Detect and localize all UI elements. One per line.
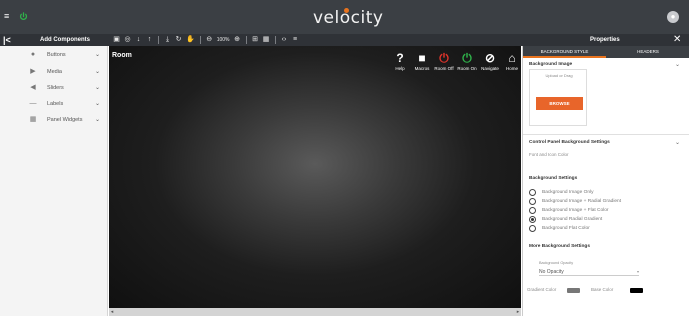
toolbar-divider: [245, 36, 247, 44]
editor-toolbar: ▣ ◎ ↓ ↑ ⤓ ↻ ✋ ⊖ 100% ⊕ ⊞ ▦ ‹› ≡: [111, 34, 301, 46]
button-icon: ●: [30, 51, 36, 58]
component-category-sliders[interactable]: ◀ Sliders ⌄: [0, 81, 108, 96]
radio-label: Background Flat Color: [542, 226, 590, 231]
component-category-label: Media: [47, 69, 62, 75]
top-bar: ≡ velocity ●: [0, 0, 689, 34]
download-icon[interactable]: ↓: [133, 34, 144, 46]
scroll-right-icon[interactable]: ▸: [515, 308, 521, 316]
room-title[interactable]: Room: [112, 52, 132, 59]
component-category-buttons[interactable]: ● Buttons ⌄: [0, 48, 108, 63]
room-on-icon: ⏻: [462, 51, 472, 65]
label-icon: —: [29, 100, 37, 107]
background-settings-title: Background Settings: [529, 176, 578, 181]
upload-icon[interactable]: ↑: [144, 34, 155, 46]
help-icon: ?: [396, 51, 404, 65]
tab-background-style[interactable]: BACKGROUND STYLE: [523, 46, 606, 58]
chevron-down-icon[interactable]: ⌄: [675, 139, 680, 146]
component-category-label: Buttons: [47, 52, 66, 58]
user-avatar[interactable]: ●: [667, 11, 679, 23]
radio-label: Background Image + Flat Color: [542, 208, 609, 213]
canvas-scrollbar[interactable]: ◂ ▸: [109, 308, 521, 316]
component-category-media[interactable]: ▶ Media ⌄: [0, 65, 108, 80]
upload-dropzone[interactable]: Upload or Drag BROWSE: [529, 69, 587, 126]
radio-background-image-only[interactable]: [529, 189, 536, 196]
radio-label: Background Image + Radial Gradient: [542, 199, 622, 204]
settings-icon[interactable]: ◎: [122, 34, 133, 46]
code-icon[interactable]: ‹›: [279, 34, 290, 46]
tab-headers[interactable]: HEADERS: [606, 46, 689, 58]
chevron-down-icon[interactable]: ⌄: [675, 61, 680, 68]
chevron-down-icon: ▾: [636, 269, 639, 274]
base-color-swatch[interactable]: [630, 288, 643, 293]
browse-button[interactable]: BROWSE: [536, 97, 583, 110]
menu-icon[interactable]: ≡: [4, 12, 13, 21]
component-category-label: Panel Widgets: [47, 117, 83, 123]
opacity-value: No Opacity: [539, 269, 564, 275]
media-icon: ▶: [30, 68, 36, 75]
align-icon[interactable]: ⊞: [250, 34, 261, 46]
zoom-level: 100%: [216, 37, 230, 43]
radio-label: Background Image Only: [542, 190, 594, 195]
component-category-labels[interactable]: — Labels ⌄: [0, 97, 108, 112]
chevron-down-icon: ⌄: [95, 69, 101, 75]
properties-tabs: BACKGROUND STYLE HEADERS: [523, 46, 689, 58]
home-icon: ⌂: [508, 51, 516, 65]
grid-icon[interactable]: ▦: [261, 34, 272, 46]
image-icon[interactable]: ▣: [111, 34, 122, 46]
power-status-icon[interactable]: [19, 12, 28, 21]
radio-background-image-flat-color[interactable]: [529, 207, 536, 214]
upload-label: Upload or Drag: [545, 73, 573, 78]
properties-panel: BACKGROUND STYLE HEADERS Background Imag…: [522, 46, 689, 316]
toolbar-divider: [199, 36, 201, 44]
import-icon[interactable]: ⤓: [162, 34, 173, 46]
chevron-down-icon: ⌄: [95, 101, 101, 107]
component-category-label: Sliders: [47, 85, 64, 91]
zoom-in-icon[interactable]: ⊕: [232, 34, 243, 46]
chevron-down-icon: ⌄: [95, 117, 101, 123]
add-components-panel: ● Buttons ⌄ ▶ Media ⌄ ◀ Sliders ⌄ — Labe…: [0, 46, 108, 316]
logo-accent-dot: [344, 8, 349, 13]
widgets-icon: ▦: [29, 116, 37, 123]
refresh-icon[interactable]: ↻: [173, 34, 184, 46]
toolbar-row: |< Add Components ▣ ◎ ↓ ↑ ⤓ ↻ ✋ ⊖ 100% ⊕…: [0, 34, 689, 46]
close-icon[interactable]: ✕: [673, 34, 681, 46]
base-color-label: Base Color: [591, 287, 614, 292]
macros-icon: ■: [418, 51, 426, 65]
scroll-left-icon[interactable]: ◂: [109, 308, 115, 316]
zoom-out-icon[interactable]: ⊖: [204, 34, 215, 46]
gradient-color-swatch[interactable]: [567, 288, 580, 293]
control-panel-settings-title: Control Panel Background Settings: [529, 140, 610, 145]
user-icon: ●: [670, 12, 676, 21]
component-category-label: Labels: [47, 101, 64, 107]
chevron-down-icon: ⌄: [95, 85, 101, 91]
chevron-down-icon: ⌄: [95, 52, 101, 58]
background-opacity-label: Background Opacity: [539, 261, 574, 265]
toolbar-divider: [274, 36, 276, 44]
collapse-panel-icon[interactable]: |<: [3, 35, 11, 45]
section-divider: [523, 134, 689, 135]
slider-icon: ◀: [30, 84, 36, 91]
hand-icon[interactable]: ✋: [184, 34, 197, 46]
gradient-color-label: Gradient Color: [527, 287, 557, 292]
component-category-panel-widgets[interactable]: ▦ Panel Widgets ⌄: [0, 113, 108, 128]
radio-background-radial-gradient[interactable]: [529, 216, 536, 223]
navigate-icon: ⊘: [484, 51, 496, 65]
design-canvas[interactable]: Room ? Help ■ Macros ⏻ Room Off ⏻ Room O…: [109, 46, 521, 308]
background-image-title: Background Image: [529, 62, 573, 67]
home-button[interactable]: ⌂ Home: [500, 52, 524, 74]
properties-title: Properties: [590, 37, 620, 43]
distribute-icon[interactable]: ≡: [290, 34, 301, 46]
more-background-settings-title: More Background Settings: [529, 244, 591, 249]
radio-background-image-radial-gradient[interactable]: [529, 198, 536, 205]
toolbar-divider: [158, 36, 159, 44]
radio-background-flat-color[interactable]: [529, 225, 536, 232]
radio-label: Background Radial Gradient: [542, 217, 603, 222]
room-off-icon: ⏻: [439, 51, 449, 65]
add-components-title: Add Components: [40, 37, 90, 43]
background-opacity-select[interactable]: No Opacity ▾: [539, 268, 639, 276]
font-icon-color-label: Font and Icon Color: [529, 152, 569, 157]
